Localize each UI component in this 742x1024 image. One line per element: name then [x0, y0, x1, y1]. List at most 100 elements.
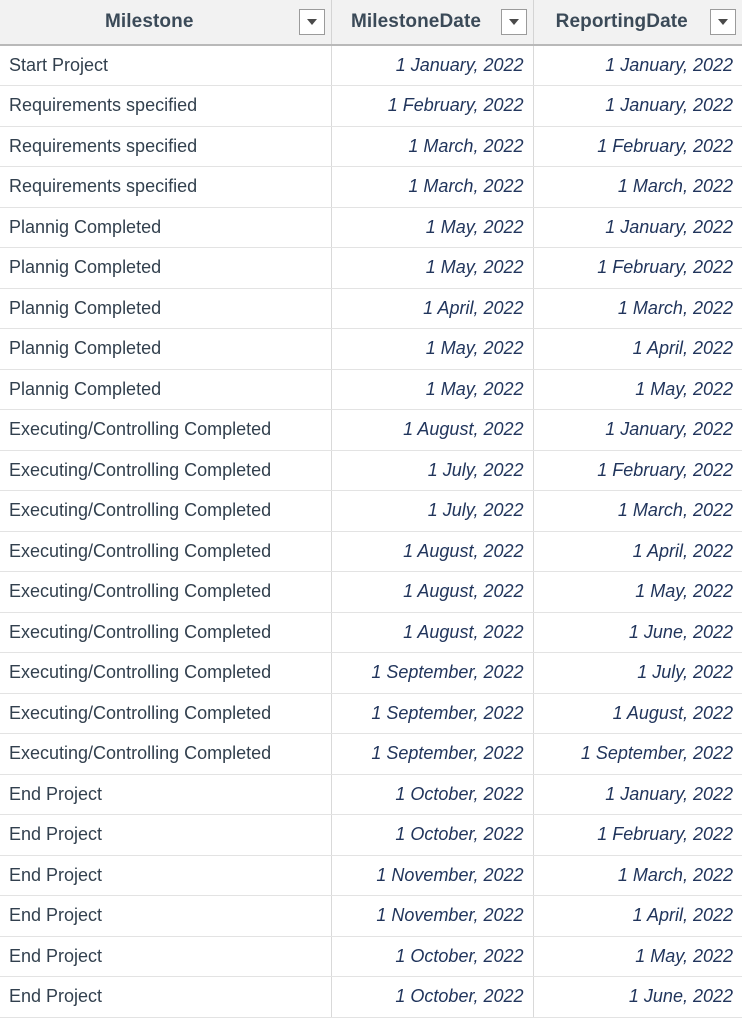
- table-header: Milestone MilestoneDate ReportingDate: [0, 0, 742, 46]
- cell-milestone: Executing/Controlling Completed: [0, 450, 332, 491]
- cell-milestone_date: 1 May, 2022: [331, 328, 534, 370]
- cell-milestone_date: 1 May, 2022: [331, 207, 534, 248]
- cell-milestone_date: 1 September, 2022: [331, 693, 534, 734]
- table-row[interactable]: End Project 1 October, 2022 1 May, 2022: [0, 936, 742, 977]
- cell-milestone: Plannig Completed: [0, 328, 332, 370]
- cell-milestone: Executing/Controlling Completed: [0, 693, 332, 734]
- cell-reporting_date: 1 September, 2022: [533, 733, 742, 775]
- table-row[interactable]: Executing/Controlling Completed 1 Septemb…: [0, 733, 742, 775]
- column-header-milestone-date[interactable]: MilestoneDate: [331, 0, 534, 46]
- cell-reporting_date: 1 June, 2022: [533, 976, 742, 1018]
- cell-reporting_date: 1 June, 2022: [533, 612, 742, 653]
- table-row[interactable]: End Project 1 November, 2022 1 April, 2022: [0, 895, 742, 937]
- cell-reporting_date: 1 January, 2022: [533, 85, 742, 127]
- cell-milestone_date: 1 October, 2022: [331, 814, 534, 856]
- cell-milestone_date: 1 November, 2022: [331, 895, 534, 937]
- table-row[interactable]: End Project 1 November, 2022 1 March, 2022: [0, 855, 742, 896]
- cell-milestone_date: 1 July, 2022: [331, 450, 534, 491]
- cell-milestone_date: 1 August, 2022: [331, 571, 534, 613]
- cell-milestone: Executing/Controlling Completed: [0, 652, 332, 694]
- cell-reporting_date: 1 March, 2022: [533, 855, 742, 896]
- table-row[interactable]: Executing/Controlling Completed 1 August,…: [0, 571, 742, 613]
- cell-milestone: End Project: [0, 814, 332, 856]
- cell-reporting_date: 1 April, 2022: [533, 328, 742, 370]
- cell-milestone: End Project: [0, 936, 332, 977]
- cell-milestone: End Project: [0, 774, 332, 815]
- cell-milestone: Plannig Completed: [0, 288, 332, 329]
- table-row[interactable]: End Project 1 October, 2022 1 June, 2022: [0, 976, 742, 1018]
- table-row[interactable]: Executing/Controlling Completed 1 August,…: [0, 409, 742, 451]
- header-row: Milestone MilestoneDate ReportingDate: [0, 0, 742, 46]
- cell-milestone: Executing/Controlling Completed: [0, 571, 332, 613]
- cell-milestone: End Project: [0, 976, 332, 1018]
- column-header-label-milestone-date: MilestoneDate: [350, 11, 482, 32]
- table-row[interactable]: Requirements specified 1 March, 2022 1 Mar…: [0, 166, 742, 208]
- column-header-label-milestone: Milestone: [104, 11, 194, 32]
- table-row[interactable]: Plannig Completed 1 May, 2022 1 January, 2…: [0, 207, 742, 248]
- cell-milestone_date: 1 November, 2022: [331, 855, 534, 896]
- cell-milestone_date: 1 February, 2022: [331, 85, 534, 127]
- filter-button-milestone-date[interactable]: [500, 9, 527, 35]
- cell-milestone: Executing/Controlling Completed: [0, 612, 332, 653]
- table-row[interactable]: Executing/Controlling Completed 1 Septemb…: [0, 652, 742, 694]
- chevron-down-icon: [718, 19, 728, 25]
- cell-milestone: Requirements specified: [0, 126, 332, 167]
- cell-milestone_date: 1 March, 2022: [331, 166, 534, 208]
- cell-milestone: Executing/Controlling Completed: [0, 733, 332, 775]
- chevron-down-icon: [508, 19, 519, 25]
- filter-button-milestone[interactable]: [298, 9, 325, 35]
- cell-reporting_date: 1 August, 2022: [533, 693, 742, 734]
- cell-reporting_date: 1 March, 2022: [533, 166, 742, 208]
- cell-milestone_date: 1 May, 2022: [331, 369, 534, 410]
- cell-milestone: Start Project: [0, 45, 332, 86]
- cell-milestone_date: 1 March, 2022: [331, 126, 534, 167]
- data-grid-container: Milestone MilestoneDate ReportingDate St…: [0, 0, 742, 1024]
- table-row[interactable]: Plannig Completed 1 May, 2022 1 April, 202…: [0, 328, 742, 370]
- cell-milestone_date: 1 September, 2022: [331, 733, 534, 775]
- cell-milestone_date: 1 September, 2022: [331, 652, 534, 694]
- cell-reporting_date: 1 May, 2022: [533, 571, 742, 613]
- table-row[interactable]: Requirements specified 1 March, 2022 1 Feb…: [0, 126, 742, 167]
- cell-reporting_date: 1 February, 2022: [533, 814, 742, 856]
- cell-milestone_date: 1 July, 2022: [331, 490, 534, 532]
- cell-milestone: Executing/Controlling Completed: [0, 409, 332, 451]
- cell-reporting_date: 1 January, 2022: [533, 45, 742, 86]
- table-row[interactable]: Plannig Completed 1 May, 2022 1 February, …: [0, 247, 742, 289]
- cell-reporting_date: 1 February, 2022: [533, 126, 742, 167]
- table-row[interactable]: Requirements specified 1 February, 2022 1 …: [0, 85, 742, 127]
- cell-reporting_date: 1 April, 2022: [533, 531, 742, 572]
- table-body: Start Project 1 January, 2022 1 January, 2…: [0, 45, 742, 1018]
- table-row[interactable]: Executing/Controlling Completed 1 July, 2…: [0, 490, 742, 532]
- cell-reporting_date: 1 March, 2022: [533, 288, 742, 329]
- cell-reporting_date: 1 April, 2022: [533, 895, 742, 937]
- cell-milestone_date: 1 January, 2022: [331, 45, 534, 86]
- cell-milestone_date: 1 April, 2022: [331, 288, 534, 329]
- table-row[interactable]: Plannig Completed 1 April, 2022 1 March, 2…: [0, 288, 742, 329]
- cell-milestone_date: 1 October, 2022: [331, 774, 534, 815]
- cell-reporting_date: 1 January, 2022: [533, 774, 742, 815]
- table-row[interactable]: Plannig Completed 1 May, 2022 1 May, 2022: [0, 369, 742, 410]
- cell-milestone_date: 1 August, 2022: [331, 612, 534, 653]
- cell-reporting_date: 1 February, 2022: [533, 450, 742, 491]
- table-row[interactable]: Start Project 1 January, 2022 1 January, 2…: [0, 45, 742, 86]
- cell-milestone_date: 1 October, 2022: [331, 936, 534, 977]
- table-row[interactable]: End Project 1 October, 2022 1 February, 20…: [0, 814, 742, 856]
- cell-milestone: Requirements specified: [0, 166, 332, 208]
- cell-milestone: Plannig Completed: [0, 369, 332, 410]
- cell-milestone: End Project: [0, 895, 332, 937]
- cell-milestone_date: 1 August, 2022: [331, 531, 534, 572]
- cell-milestone_date: 1 October, 2022: [331, 976, 534, 1018]
- cell-milestone: End Project: [0, 855, 332, 896]
- cell-milestone_date: 1 May, 2022: [331, 247, 534, 289]
- table-row[interactable]: Executing/Controlling Completed 1 July, 2…: [0, 450, 742, 491]
- column-header-reporting-date[interactable]: ReportingDate: [533, 0, 742, 46]
- cell-milestone: Plannig Completed: [0, 247, 332, 289]
- cell-reporting_date: 1 March, 2022: [533, 490, 742, 532]
- cell-milestone: Executing/Controlling Completed: [0, 531, 332, 572]
- table-row[interactable]: End Project 1 October, 2022 1 January, 202…: [0, 774, 742, 815]
- filter-button-reporting-date[interactable]: [710, 9, 736, 35]
- table-row[interactable]: Executing/Controlling Completed 1 Septemb…: [0, 693, 742, 734]
- table-row[interactable]: Executing/Controlling Completed 1 August,…: [0, 612, 742, 653]
- table-row[interactable]: Executing/Controlling Completed 1 August,…: [0, 531, 742, 572]
- column-header-milestone[interactable]: Milestone: [0, 0, 332, 46]
